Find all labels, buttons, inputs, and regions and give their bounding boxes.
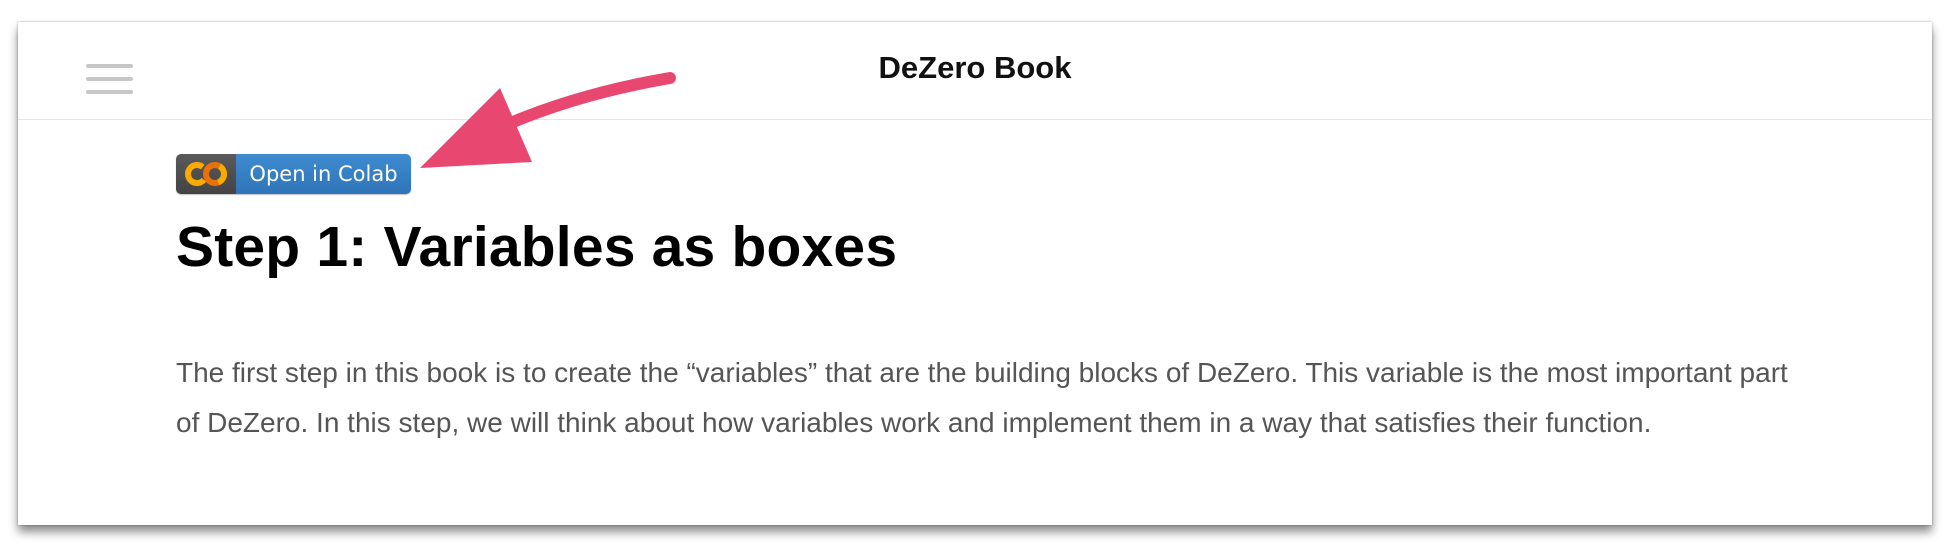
book-title: DeZero Book bbox=[878, 50, 1072, 85]
top-header: DeZero Book bbox=[18, 22, 1932, 120]
browser-window: DeZero Book Open in Colab Step 1: Variab… bbox=[18, 22, 1932, 525]
page-title: Step 1: Variables as boxes bbox=[176, 215, 898, 279]
intro-paragraph: The first step in this book is to create… bbox=[176, 357, 1788, 438]
open-in-colab-button[interactable]: Open in Colab bbox=[176, 154, 411, 194]
colab-label: Open in Colab bbox=[236, 154, 411, 194]
colab-logo-icon bbox=[176, 154, 236, 194]
pointer-arrow-icon bbox=[420, 72, 676, 168]
